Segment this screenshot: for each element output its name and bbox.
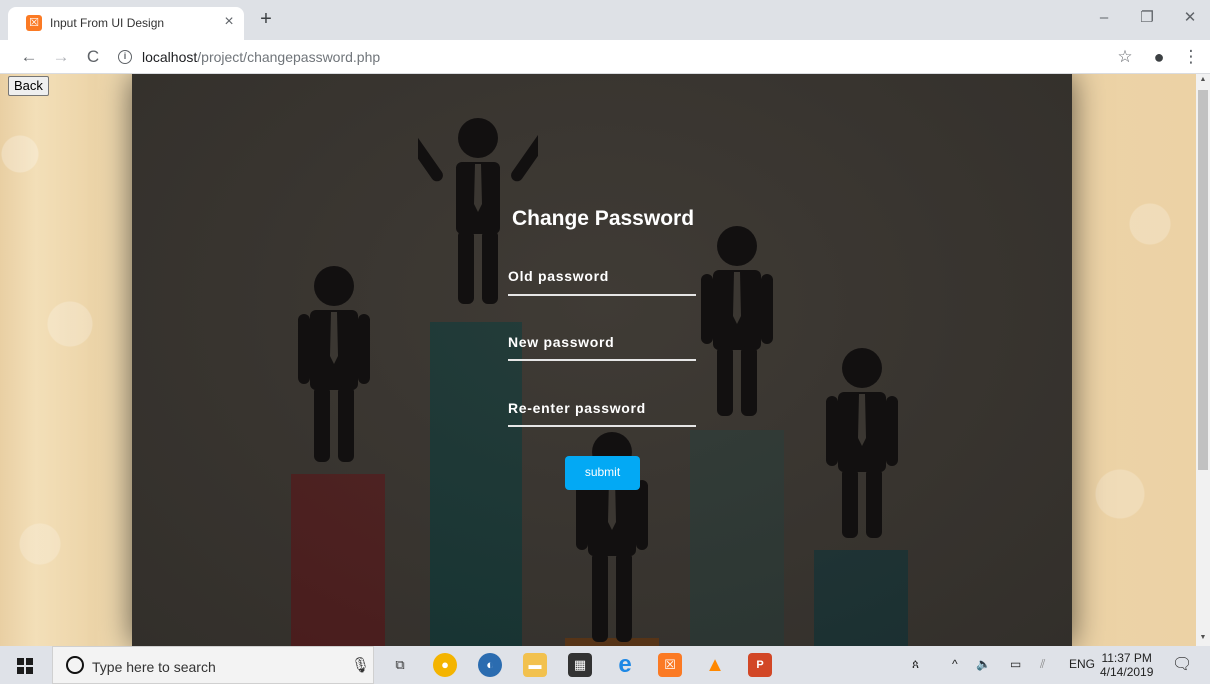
show-hidden-icons-chevron-icon[interactable]: ^ [952, 657, 958, 671]
chrome-icon[interactable]: ● [433, 653, 457, 677]
submit-button[interactable]: submit [565, 456, 640, 490]
menu-kebab-icon[interactable]: ⋮ [1180, 46, 1202, 68]
clock-time: 11:37 PM [1101, 651, 1152, 665]
url-path: /project/changepassword.php [197, 49, 381, 65]
reload-icon[interactable]: C [82, 46, 104, 68]
file-explorer-icon[interactable]: ▬ [523, 653, 547, 677]
url-host: localhost [142, 49, 198, 65]
site-info-icon[interactable]: i [118, 50, 132, 64]
windows-taskbar: Type here to search 🎙 ⧉ ● ◐ ▬ ▦ e ☒ ▲ P … [0, 646, 1210, 684]
page-scrollbar[interactable]: ▲ ▼ [1196, 74, 1210, 646]
restore-button[interactable]: ❐ [1133, 6, 1161, 30]
browser-tabstrip: ☒ Input From UI Design × + – ❐ ✕ [0, 0, 1210, 40]
tab-close-icon[interactable]: × [220, 13, 238, 31]
windows-start-icon[interactable] [17, 658, 33, 674]
profile-icon[interactable]: ● [1148, 46, 1170, 68]
close-window-button[interactable]: ✕ [1176, 6, 1204, 30]
edge-dev-icon[interactable]: ◐ [478, 653, 502, 677]
battery-icon[interactable]: ▭ [1010, 657, 1021, 671]
language-indicator[interactable]: ENG [1069, 657, 1095, 671]
bookmark-star-icon[interactable]: ☆ [1114, 46, 1136, 68]
reenter-password-label: Re-enter password [508, 400, 646, 416]
back-arrow-icon[interactable]: ← [18, 46, 40, 68]
bar-red [291, 474, 385, 646]
scroll-down-icon[interactable]: ▼ [1199, 634, 1207, 641]
xampp-icon[interactable]: ☒ [658, 653, 682, 677]
browser-tab[interactable]: ☒ Input From UI Design × [8, 7, 244, 40]
powerpoint-icon[interactable]: P [748, 653, 772, 677]
person-silhouette-icon [826, 348, 898, 538]
old-password-underline [508, 294, 696, 296]
reenter-password-underline [508, 425, 696, 427]
vlc-icon[interactable]: ▲ [703, 653, 727, 677]
old-password-field[interactable]: Old password [508, 268, 698, 333]
xampp-favicon-icon: ☒ [26, 15, 42, 31]
action-center-icon[interactable]: 🗨 [1172, 654, 1192, 674]
taskbar-clock[interactable]: 11:37 PM 4/14/2019 [1100, 651, 1153, 679]
cortana-icon [66, 656, 84, 674]
back-button[interactable]: Back [8, 76, 49, 96]
microphone-icon[interactable]: 🎙 [351, 656, 370, 674]
bar-gray-teal [690, 430, 784, 646]
clock-date: 4/14/2019 [1100, 665, 1154, 679]
page-title: Change Password [511, 207, 695, 230]
page-viewport: Back Change Password Old password New pa… [0, 74, 1196, 646]
wifi-icon[interactable]: ⫽ [1040, 657, 1045, 672]
tab-title: Input From UI Design [50, 16, 165, 30]
minimize-button[interactable]: – [1090, 6, 1118, 30]
new-password-underline [508, 359, 696, 361]
store-icon[interactable]: ▦ [568, 653, 592, 677]
volume-icon[interactable]: 🔈 [976, 657, 991, 671]
new-password-label: New password [508, 334, 615, 350]
browser-toolbar: ← → C i localhost/project/changepassword… [0, 40, 1210, 74]
new-password-field[interactable]: New password [508, 334, 698, 399]
person-silhouette-icon [701, 226, 773, 416]
change-password-form: Change Password Old password New passwor… [508, 206, 698, 490]
new-tab-button[interactable]: + [255, 8, 277, 30]
taskbar-search-box[interactable]: Type here to search 🎙 [52, 646, 374, 684]
edge-icon[interactable]: e [613, 653, 637, 677]
forward-arrow-icon[interactable]: → [50, 46, 72, 68]
bar-dark-teal [814, 550, 908, 646]
address-bar[interactable]: localhost/project/changepassword.php [142, 49, 380, 65]
task-view-icon[interactable]: ⧉ [388, 653, 412, 677]
scroll-up-icon[interactable]: ▲ [1199, 76, 1207, 83]
person-silhouette-icon [298, 266, 370, 462]
search-placeholder: Type here to search [92, 659, 216, 675]
old-password-label: Old password [508, 268, 609, 284]
people-icon[interactable]: ጰ [912, 657, 919, 672]
scroll-thumb[interactable] [1198, 90, 1208, 470]
